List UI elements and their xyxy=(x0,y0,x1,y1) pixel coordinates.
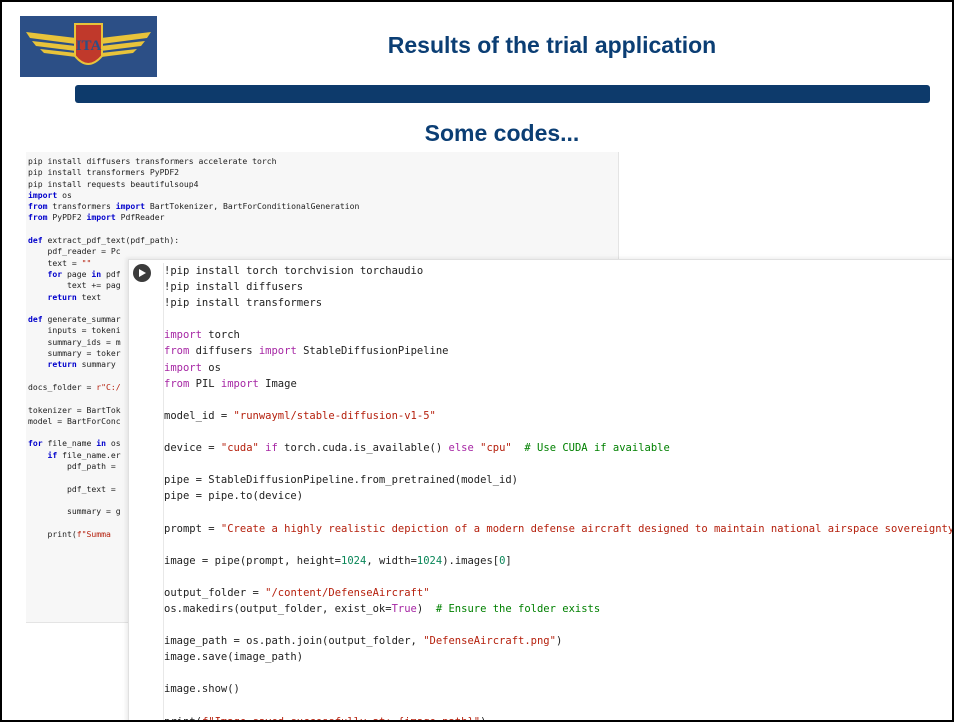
code-line: import os xyxy=(164,361,221,374)
code-line: model_id = "runwayml/stable-diffusion-v1… xyxy=(164,409,436,422)
code-line: image.save(image_path) xyxy=(164,651,304,664)
code-cell-front-text: !pip install torch torchvision torchaudi… xyxy=(164,263,954,722)
svg-text:ITA: ITA xyxy=(76,38,102,54)
code-line: import os xyxy=(28,189,72,200)
code-line: pip install requests beautifulsoup4 xyxy=(28,178,199,189)
code-line: return summary xyxy=(47,359,116,370)
code-line: pip install transformers PyPDF2 xyxy=(28,167,180,178)
code-line: pipe = StableDiffusionPipeline.from_pret… xyxy=(164,474,519,487)
code-line: summary_ids = m xyxy=(47,336,121,347)
code-line: !pip install torch torchvision torchaudi… xyxy=(164,265,424,277)
code-line: pipe = pipe.to(device) xyxy=(164,490,304,503)
code-line: docs_folder = r"C:/ xyxy=(28,381,121,392)
code-line: if file_name.er xyxy=(47,449,121,460)
run-cell-button[interactable] xyxy=(133,264,151,282)
code-line: pdf_text = xyxy=(66,483,116,494)
code-line: from PyPDF2 import PdfReader xyxy=(28,212,165,223)
slide: ITA Results of the trial application Som… xyxy=(0,0,954,722)
code-line: image = pipe(prompt, height=1024, width=… xyxy=(164,554,512,567)
code-line: from PIL import Image xyxy=(164,377,297,390)
code-cell-stable-diffusion[interactable]: !pip install torch torchvision torchaudi… xyxy=(128,259,954,722)
code-line: pdf_reader = Pc xyxy=(47,246,121,257)
title-divider-bar xyxy=(75,85,930,103)
code-line: text = "" xyxy=(28,257,92,268)
code-line: !pip install transformers xyxy=(164,297,323,310)
code-line: return text xyxy=(47,291,102,302)
code-line: for page in pdf xyxy=(47,268,121,279)
code-line: prompt = "Create a highly realistic depi… xyxy=(164,522,954,535)
code-line: os.makedirs(output_folder, exist_ok=True… xyxy=(164,602,601,615)
code-line: from transformers import BartTokenizer, … xyxy=(28,201,360,212)
code-line: pip install diffusers transformers accel… xyxy=(28,156,277,166)
code-line: image.show() xyxy=(164,683,240,696)
code-line: inputs = tokeni xyxy=(47,325,121,336)
code-line: image_path = os.path.join(output_folder,… xyxy=(164,635,563,648)
code-line: import torch xyxy=(164,329,240,342)
ita-wings-logo-icon: ITA xyxy=(20,16,157,77)
section-subtitle: Some codes... xyxy=(424,120,580,146)
play-icon xyxy=(139,269,146,277)
code-line: for file_name in os xyxy=(28,438,121,449)
code-line: text += pag xyxy=(66,280,121,291)
ita-logo: ITA xyxy=(20,16,157,77)
code-line: print(f"Image saved successfully at: {im… xyxy=(164,715,487,722)
code-line: tokenizer = BartTok xyxy=(28,404,121,415)
code-line: print(f"Summa xyxy=(28,528,111,539)
code-line: from diffusers import StableDiffusionPip… xyxy=(164,345,449,358)
code-line: output_folder = "/content/DefenseAircraf… xyxy=(164,586,430,599)
code-line: summary = toker xyxy=(47,348,121,359)
code-line: def extract_pdf_text(pdf_path): xyxy=(28,235,180,246)
code-line: summary = g xyxy=(66,506,121,517)
code-line: device = "cuda" if torch.cuda.is_availab… xyxy=(164,442,670,455)
page-title: Results of the trial application xyxy=(387,32,717,58)
code-line: def generate_summar xyxy=(28,314,121,325)
code-line: !pip install diffusers xyxy=(164,281,304,294)
code-line: pdf_path = xyxy=(66,461,116,472)
code-line: model = BartForConc xyxy=(28,415,121,426)
code-editor[interactable]: !pip install torch torchvision torchaudi… xyxy=(163,263,954,722)
